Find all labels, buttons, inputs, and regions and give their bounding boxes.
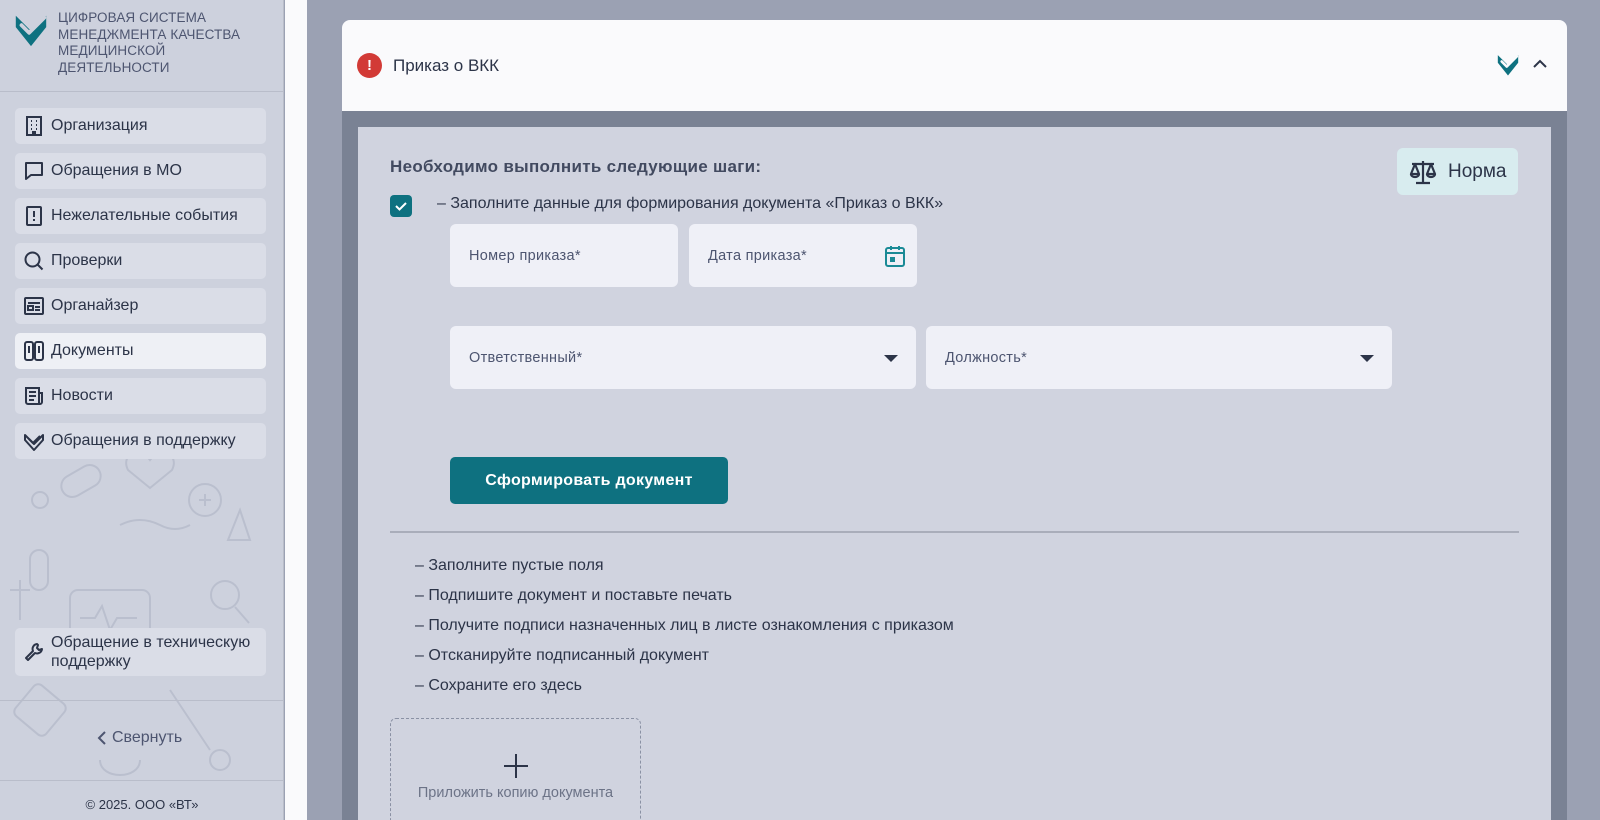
- organizer-icon: [24, 297, 44, 315]
- logo-text: ЦИФРОВАЯ СИСТЕМА МЕНЕДЖМЕНТА КАЧЕСТВА МЕ…: [58, 10, 241, 75]
- chat-bubble-icon: [25, 162, 43, 180]
- copyright: © 2025. ООО «ВТ»: [85, 797, 199, 812]
- sidebar-item-tech-support[interactable]: Обращение в техническую поддержку: [15, 628, 266, 676]
- sidebar-nav: Организация Обращения в МО Нежелательные…: [15, 108, 266, 468]
- todo-item: – Подпишите документ и поставьте печать: [415, 587, 732, 604]
- logo-heart-check-icon: [15, 15, 47, 47]
- sidebar-item-label: Нежелательные события: [51, 207, 238, 224]
- todo-item: – Заполните пустые поля: [415, 557, 604, 574]
- sidebar-item-organization[interactable]: Организация: [15, 108, 266, 144]
- caret-down-icon: [1360, 355, 1374, 362]
- sidebar-item-label: Организация: [51, 117, 148, 134]
- order-number-field[interactable]: Номер приказа*: [450, 224, 678, 287]
- norma-label: Норма: [1448, 160, 1507, 182]
- todo-item: – Получите подписи назначенных лиц в лис…: [415, 617, 954, 634]
- sidebar-item-label: Проверки: [51, 252, 123, 269]
- sidebar-divider: [0, 700, 283, 701]
- sidebar-item-label: Обращения в поддержку: [51, 432, 236, 449]
- scales-icon: [1409, 160, 1437, 184]
- sidebar-divider: [0, 780, 283, 781]
- norma-button[interactable]: Норма: [1397, 148, 1518, 195]
- sidebar-item-inspections[interactable]: Проверки: [15, 243, 266, 279]
- calendar-icon[interactable]: [884, 244, 906, 268]
- sidebar-item-appeals-mo[interactable]: Обращения в МО: [15, 153, 266, 189]
- collapse-sidebar-button[interactable]: Свернуть: [96, 729, 182, 747]
- sidebar-item-label: Новости: [51, 387, 113, 404]
- attach-document-dropzone[interactable]: Приложить копию документа: [390, 718, 641, 820]
- attach-label: Приложить копию документа: [417, 785, 614, 801]
- card-header-actions: [1485, 50, 1549, 78]
- order-date-field[interactable]: Дата приказа*: [689, 224, 917, 287]
- card-header[interactable]: ! Приказ о ВКК: [342, 20, 1567, 111]
- sidebar-item-label: Документы: [51, 342, 134, 359]
- sidebar-item-adverse-events[interactable]: Нежелательные события: [15, 198, 266, 234]
- step1-label: – Заполните данные для формирования доку…: [437, 195, 944, 212]
- steps-title: Необходимо выполнить следующие шаги:: [390, 157, 762, 176]
- support-check-icon: [24, 434, 44, 451]
- caret-down-icon: [884, 355, 898, 362]
- sidebar-item-support-requests[interactable]: Обращения в поддержку: [15, 423, 266, 459]
- sidebar-item-label: Обращение в техническую поддержку: [51, 634, 251, 670]
- todo-list: – Заполните пустые поля – Подпишите доку…: [415, 551, 954, 701]
- alert-icon: !: [357, 53, 382, 78]
- page-gutter: [285, 0, 307, 820]
- sidebar-divider: [0, 91, 283, 92]
- news-icon: [25, 387, 43, 405]
- responsible-select[interactable]: Ответственный*: [450, 326, 916, 389]
- order-number-placeholder: Номер приказа*: [469, 247, 581, 264]
- card-title: Приказ о ВКК: [393, 55, 500, 75]
- check-icon: [395, 202, 407, 211]
- position-select[interactable]: Должность*: [926, 326, 1392, 389]
- sidebar-item-organizer[interactable]: Органайзер: [15, 288, 266, 324]
- sidebar-item-news[interactable]: Новости: [15, 378, 266, 414]
- app-logo[interactable]: ЦИФРОВАЯ СИСТЕМА МЕНЕДЖМЕНТА КАЧЕСТВА МЕ…: [12, 8, 258, 76]
- position-placeholder: Должность*: [945, 349, 1028, 366]
- chevron-left-icon: [97, 731, 106, 745]
- sidebar-item-label: Органайзер: [51, 297, 139, 314]
- sidebar-item-documents[interactable]: Документы: [15, 333, 266, 369]
- alert-book-icon: [26, 206, 42, 226]
- search-icon: [24, 251, 44, 271]
- todo-item: – Отсканируйте подписанный документ: [415, 647, 710, 664]
- sidebar: ЦИФРОВАЯ СИСТЕМА МЕНЕДЖМЕНТА КАЧЕСТВА МЕ…: [0, 0, 284, 820]
- logo-heart-check-icon: [1497, 55, 1519, 76]
- step1-checkbox[interactable]: [390, 195, 412, 217]
- chevron-up-icon[interactable]: [1531, 55, 1549, 73]
- plus-icon: [503, 754, 528, 778]
- sidebar-item-label: Обращения в МО: [51, 162, 182, 179]
- todo-item: – Сохраните его здесь: [415, 677, 582, 694]
- section-divider: [390, 531, 1519, 533]
- collapse-label: Свернуть: [112, 729, 183, 746]
- order-date-placeholder: Дата приказа*: [708, 247, 807, 264]
- wrench-icon: [25, 643, 43, 661]
- documents-icon: [24, 341, 44, 361]
- generate-document-button[interactable]: Сформировать документ: [450, 457, 728, 504]
- responsible-placeholder: Ответственный*: [469, 349, 583, 366]
- building-icon: [26, 116, 42, 136]
